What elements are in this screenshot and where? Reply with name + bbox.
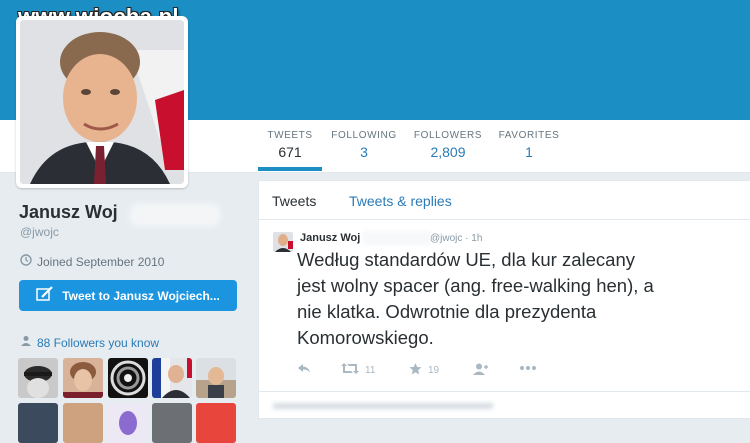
timeline-panel: Tweets Tweets & replies Janusz Woj @jwoj… <box>258 180 750 419</box>
follower-avatar[interactable] <box>196 403 236 443</box>
compose-icon <box>36 286 54 305</box>
stat-tweets[interactable]: TWEETS 671 <box>258 130 322 160</box>
retweet-button[interactable]: 11 <box>341 363 375 377</box>
follower-avatar[interactable] <box>63 358 103 398</box>
stat-value: 3 <box>360 144 368 160</box>
tweet-author-name[interactable]: Janusz Woj <box>300 232 360 244</box>
tweet-divider <box>259 391 750 392</box>
tab-tweets[interactable]: Tweets <box>272 193 316 209</box>
tweet-name-redaction <box>363 231 431 245</box>
follower-avatar[interactable] <box>152 403 192 443</box>
followers-you-know-label: 88 Followers you know <box>37 335 160 350</box>
stat-label: TWEETS <box>267 130 313 141</box>
stat-label: FOLLOWING <box>331 130 397 141</box>
retweet-count: 11 <box>365 364 376 376</box>
stat-label: FAVORITES <box>498 130 560 141</box>
stat-following[interactable]: FOLLOWING 3 <box>331 130 397 160</box>
timeline-tabs: Tweets Tweets & replies <box>259 181 750 220</box>
next-tweet-preview <box>273 403 493 409</box>
follower-avatar[interactable] <box>18 403 58 443</box>
more-icon <box>519 363 537 374</box>
favorite-count: 19 <box>428 365 440 376</box>
tweet-handle-time[interactable]: @jwojc · 1h <box>430 233 482 244</box>
tweet-line: Komorowskiego. <box>297 327 434 348</box>
tweet-line: Według standardów UE, dla kur zalecany <box>297 249 635 270</box>
joined-date: Joined September 2010 <box>20 254 164 269</box>
add-user-icon <box>473 363 489 378</box>
profile-avatar <box>20 20 184 184</box>
follow-button[interactable] <box>473 363 489 378</box>
tweet-line: nie klatka. Odwrotnie dla prezydenta <box>297 301 597 322</box>
star-icon <box>409 363 422 378</box>
joined-label: Joined September 2010 <box>37 254 165 269</box>
follower-avatar[interactable] <box>18 358 58 398</box>
stat-value: 1 <box>525 144 533 160</box>
profile-handle[interactable]: @jwojc <box>20 225 59 239</box>
tweet-to-button[interactable]: Tweet to Janusz Wojciech... <box>19 280 237 311</box>
stat-favorites[interactable]: FAVORITES 1 <box>498 130 560 160</box>
tweet-text: Według standardów UE, dla kur zalecany j… <box>297 247 742 351</box>
tweet-line: jest wolny spacer (ang. free-walking hen… <box>297 275 654 296</box>
retweet-icon <box>341 363 359 377</box>
reply-icon <box>297 363 311 377</box>
follower-avatar[interactable] <box>108 358 148 398</box>
favorite-button[interactable]: 19 <box>409 363 439 378</box>
name-redaction <box>129 203 221 227</box>
followers-you-know-link[interactable]: 88 Followers you know <box>20 335 159 350</box>
stat-value: 671 <box>278 144 302 160</box>
clock-icon <box>20 254 32 269</box>
follower-avatar[interactable] <box>63 403 103 443</box>
user-icon <box>20 335 32 350</box>
follower-avatar[interactable] <box>152 358 192 398</box>
stat-value: 2,809 <box>430 144 466 160</box>
reply-button[interactable] <box>297 363 311 377</box>
follower-avatar[interactable] <box>108 403 148 443</box>
tweet-to-label: Tweet to Janusz Wojciech... <box>62 288 220 303</box>
profile-avatar-frame[interactable] <box>16 16 188 188</box>
stat-followers[interactable]: FOLLOWERS 2,809 <box>413 130 483 160</box>
more-button[interactable] <box>519 363 537 374</box>
tweet-author-avatar[interactable] <box>273 232 293 252</box>
profile-name[interactable]: Janusz Woj <box>19 202 118 223</box>
stat-label: FOLLOWERS <box>413 130 483 141</box>
follower-avatar[interactable] <box>196 358 236 398</box>
tab-tweets-and-replies[interactable]: Tweets & replies <box>349 193 452 209</box>
active-stat-indicator <box>258 167 322 171</box>
